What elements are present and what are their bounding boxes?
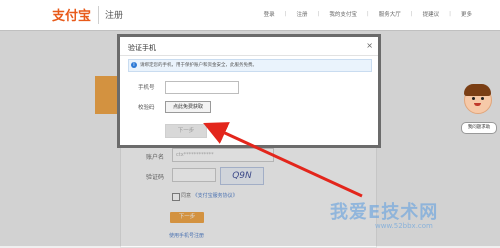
- code-label: 校验码: [138, 105, 155, 111]
- dialog-next-button[interactable]: 下一步: [165, 124, 207, 138]
- nav-separator: |: [284, 11, 287, 17]
- nav-my-alipay[interactable]: 我的支付宝: [329, 10, 357, 18]
- nav-service-hall[interactable]: 服务大厅: [379, 10, 401, 18]
- dialog-title: 验证手机: [128, 44, 156, 52]
- info-icon: i: [131, 62, 137, 68]
- nav-login[interactable]: 登录: [264, 10, 275, 18]
- nav-register[interactable]: 注册: [296, 10, 307, 18]
- verify-phone-dialog: 验证手机 × i 请绑定您的手机，用于保护账户和资金安全，此服务免费。 手机号 …: [117, 34, 381, 148]
- top-nav: 登录 | 注册 | 我的支付宝 | 服务大厅 | 提建议 | 更多: [264, 10, 472, 18]
- close-icon[interactable]: ×: [366, 41, 373, 50]
- nav-more[interactable]: 更多: [461, 10, 472, 18]
- nav-separator: |: [317, 11, 320, 17]
- page-title: 注册: [105, 11, 124, 21]
- top-header: 支付宝 注册 登录 | 注册 | 我的支付宝 | 服务大厅 | 提建议 | 更多: [0, 0, 500, 31]
- watermark-text: 我爱E技术网: [330, 202, 439, 223]
- logo-divider: [98, 6, 99, 24]
- notice-text: 请绑定您的手机，用于保护账户和资金安全，此服务免费。: [140, 63, 257, 68]
- nav-feedback[interactable]: 提建议: [423, 10, 440, 18]
- avatar-hair: [464, 84, 491, 96]
- avatar-eye: [472, 97, 475, 100]
- dialog-divider: [120, 55, 378, 56]
- nav-separator: |: [449, 11, 451, 17]
- phone-label: 手机号: [138, 85, 155, 91]
- info-notice: i 请绑定您的手机，用于保护账户和资金安全，此服务免费。: [128, 59, 372, 72]
- get-code-button[interactable]: 点此免费获取: [165, 101, 211, 113]
- avatar-eye: [481, 97, 484, 100]
- help-button[interactable]: 我问题求助: [461, 122, 497, 134]
- page: 支付宝 注册 登录 | 注册 | 我的支付宝 | 服务大厅 | 提建议 | 更多…: [0, 0, 500, 248]
- alipay-logo[interactable]: 支付宝: [52, 5, 91, 24]
- phone-input[interactable]: [165, 81, 239, 94]
- watermark-url: www.52bbx.com: [375, 222, 433, 230]
- nav-separator: |: [410, 11, 413, 17]
- nav-separator: |: [366, 11, 369, 17]
